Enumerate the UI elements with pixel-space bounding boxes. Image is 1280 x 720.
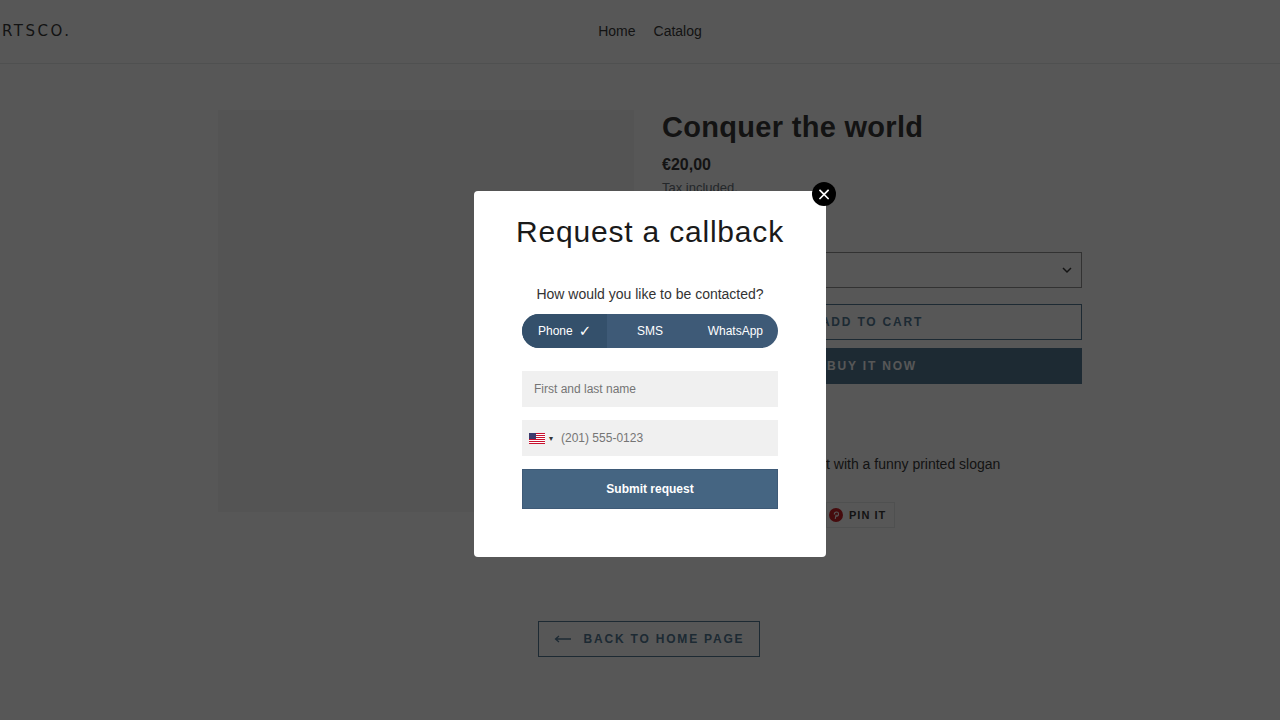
dialog-title: Request a callback [516, 214, 784, 250]
contact-question: How would you like to be contacted? [536, 286, 763, 302]
contact-method-option[interactable]: WhatsApp [693, 314, 778, 348]
phone-field: ▾ [522, 420, 778, 456]
check-icon: ✓ [579, 322, 592, 340]
contact-method-option[interactable]: Phone✓ [522, 314, 607, 348]
contact-method-toggle: Phone✓SMSWhatsApp [522, 314, 778, 348]
callback-dialog: ×Request a callbackHow would you like to… [474, 191, 826, 557]
submit-button[interactable]: Submit request [522, 469, 778, 509]
contact-method-option[interactable]: SMS [607, 314, 692, 348]
name-input[interactable] [534, 382, 766, 396]
phone-input[interactable] [561, 431, 770, 445]
country-caret-icon[interactable]: ▾ [549, 434, 553, 443]
modal-overlay[interactable]: × Request a callback How would you like to… [0, 0, 1280, 720]
close-button[interactable]: × [812, 182, 836, 206]
product-page: RTSCO.HomeCatalogConquer the world€20,00… [0, 0, 1280, 720]
us-flag-icon [529, 433, 545, 444]
name-field [522, 371, 778, 407]
